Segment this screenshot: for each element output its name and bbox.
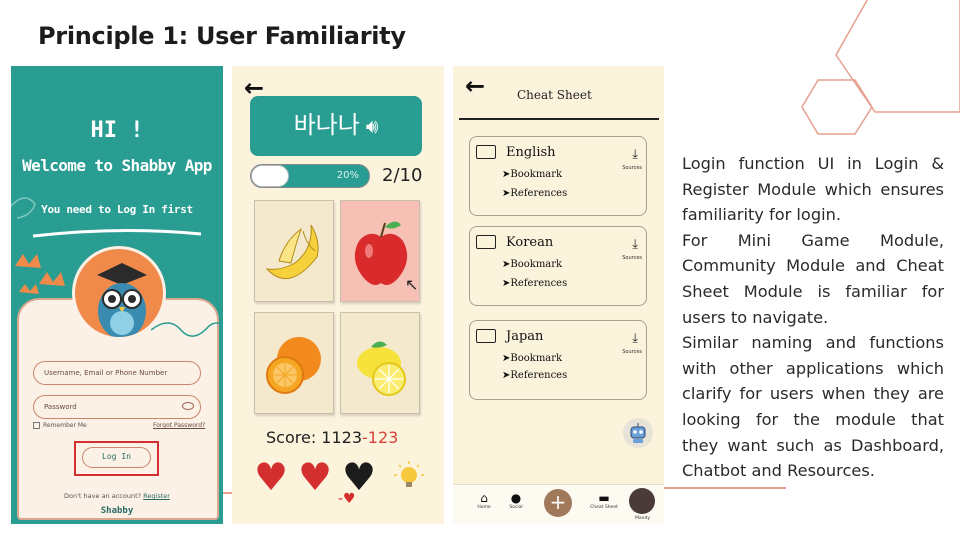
answer-tile-banana[interactable] — [254, 200, 334, 302]
login-button[interactable]: Log In — [82, 447, 151, 468]
references-link[interactable]: ➤References — [502, 278, 567, 289]
login-screen: HI ! Welcome to Shabby App You need to L… — [11, 66, 223, 524]
heart-icon-life-2: ♥ — [298, 455, 333, 499]
score-value: Score: 1123 — [266, 428, 363, 447]
download-icon[interactable]: ⤓ — [632, 331, 638, 346]
register-link[interactable]: Register — [143, 492, 170, 500]
slide-title: Principle 1: User Familiarity — [38, 22, 406, 50]
folder-name: English — [506, 145, 556, 160]
arrow-left-icon[interactable]: ← — [465, 72, 485, 100]
sources-label: Sources — [622, 165, 642, 171]
description-paragraph-2: For Mini Game Module, Community Module a… — [682, 230, 944, 327]
checkbox-icon[interactable] — [33, 422, 40, 429]
word-prompt-card: 바나나 🔊︎ — [250, 96, 422, 156]
nav-cheat-sheet-label: Cheat Sheet — [590, 505, 618, 510]
compass-icon: ● — [510, 491, 522, 505]
no-account-text: Don't have an account? — [64, 492, 142, 500]
progress-label: 20% — [336, 170, 359, 181]
title-divider — [459, 118, 659, 120]
login-instruction: You need to Log In first — [41, 203, 193, 216]
heart-icon-life-1: ♥ — [254, 455, 289, 499]
hexagon-decoration-small — [801, 79, 873, 135]
chatbot-robot-icon[interactable] — [623, 418, 653, 448]
nav-cheat-sheet[interactable]: ▬ Cheat Sheet — [589, 491, 619, 510]
password-placeholder: Password — [44, 403, 77, 411]
answer-tile-lemon[interactable] — [340, 312, 420, 414]
swirl-decoration — [151, 322, 223, 337]
description-paragraph-1: Login function UI in Login & Register Mo… — [682, 154, 944, 225]
screen-title: Cheat Sheet — [517, 88, 592, 102]
answer-tile-orange[interactable] — [254, 312, 334, 414]
score-penalty: -123 — [362, 428, 399, 447]
folder-card-english[interactable]: English ➤Bookmark ➤References ⤓ Sources — [469, 136, 647, 216]
references-link[interactable]: ➤References — [502, 188, 567, 199]
remember-label: Remember Me — [43, 422, 87, 429]
folder-icon — [476, 145, 496, 159]
download-icon[interactable]: ⤓ — [632, 147, 638, 162]
profile-name: Mandy — [635, 516, 651, 521]
orange-icon — [266, 337, 321, 394]
greeting-text: HI ! — [90, 118, 144, 143]
mini-game-screen: ← 바나나 🔊︎ 20% 2/10 ↖ Score: 1123-123 ♥ ♥ … — [232, 66, 444, 524]
cursor-icon: ↖ — [405, 275, 419, 294]
nav-social[interactable]: ● Social — [501, 491, 531, 510]
eye-icon[interactable] — [182, 402, 194, 410]
references-link[interactable]: ➤References — [502, 370, 567, 381]
folder-name: Japan — [506, 329, 544, 344]
add-post-button[interactable]: + — [544, 489, 572, 517]
description-paragraph-3: Similar naming and functions with other … — [682, 333, 944, 481]
nav-home-label: Home — [477, 505, 491, 510]
folder-card-korean[interactable]: Korean ➤Bookmark ➤References ⤓ Sources — [469, 226, 647, 306]
welcome-text: Welcome to Shabby App — [22, 156, 212, 175]
heart-icon-minus-life: -♥ — [338, 491, 356, 507]
cheat-sheet-screen: ← Cheat Sheet English ➤Bookmark ➤Referen… — [453, 66, 664, 524]
username-field[interactable]: Username, Email or Phone Number — [33, 361, 201, 385]
lightbulb-icon[interactable] — [392, 460, 426, 494]
profile-avatar[interactable] — [629, 488, 655, 514]
answer-tile-apple[interactable]: ↖ — [340, 200, 420, 302]
password-field[interactable]: Password — [33, 395, 201, 419]
korean-word: 바나나 — [293, 111, 360, 139]
sources-label: Sources — [622, 255, 642, 261]
register-prompt: Don't have an account? Register — [11, 492, 223, 500]
download-icon[interactable]: ⤓ — [632, 237, 638, 252]
folder-name: Korean — [506, 235, 554, 250]
nav-home[interactable]: ⌂ Home — [469, 491, 499, 510]
progress-fill — [251, 165, 289, 187]
folder-icon: ▬ — [598, 491, 610, 505]
lemon-icon — [357, 341, 406, 396]
folder-icon — [476, 329, 496, 343]
bottom-navigation: ⌂ Home ● Social + ▬ Cheat Sheet Mandy — [453, 484, 664, 524]
home-icon: ⌂ — [480, 491, 488, 505]
speaker-icon[interactable]: 🔊︎ — [366, 114, 379, 138]
username-placeholder: Username, Email or Phone Number — [44, 369, 168, 377]
brand-name: Shabby — [100, 506, 134, 516]
banana-icon — [265, 224, 319, 279]
forgot-password-link[interactable]: Forgot Password? — [153, 422, 205, 429]
folder-card-japan[interactable]: Japan ➤Bookmark ➤References ⤓ Sources — [469, 320, 647, 400]
sources-label: Sources — [622, 349, 642, 355]
folder-icon — [476, 235, 496, 249]
bookmark-link[interactable]: ➤Bookmark — [502, 169, 562, 180]
question-counter: 2/10 — [382, 165, 423, 186]
remember-me-checkbox[interactable]: Remember Me — [33, 422, 87, 429]
description-text: Login function UI in Login & Register Mo… — [682, 151, 944, 484]
progress-bar: 20% — [250, 164, 370, 188]
accent-rule-right — [664, 487, 786, 489]
bookmark-link[interactable]: ➤Bookmark — [502, 353, 562, 364]
bookmark-link[interactable]: ➤Bookmark — [502, 259, 562, 270]
score-display: Score: 1123-123 — [266, 428, 398, 447]
nav-social-label: Social — [509, 505, 523, 510]
